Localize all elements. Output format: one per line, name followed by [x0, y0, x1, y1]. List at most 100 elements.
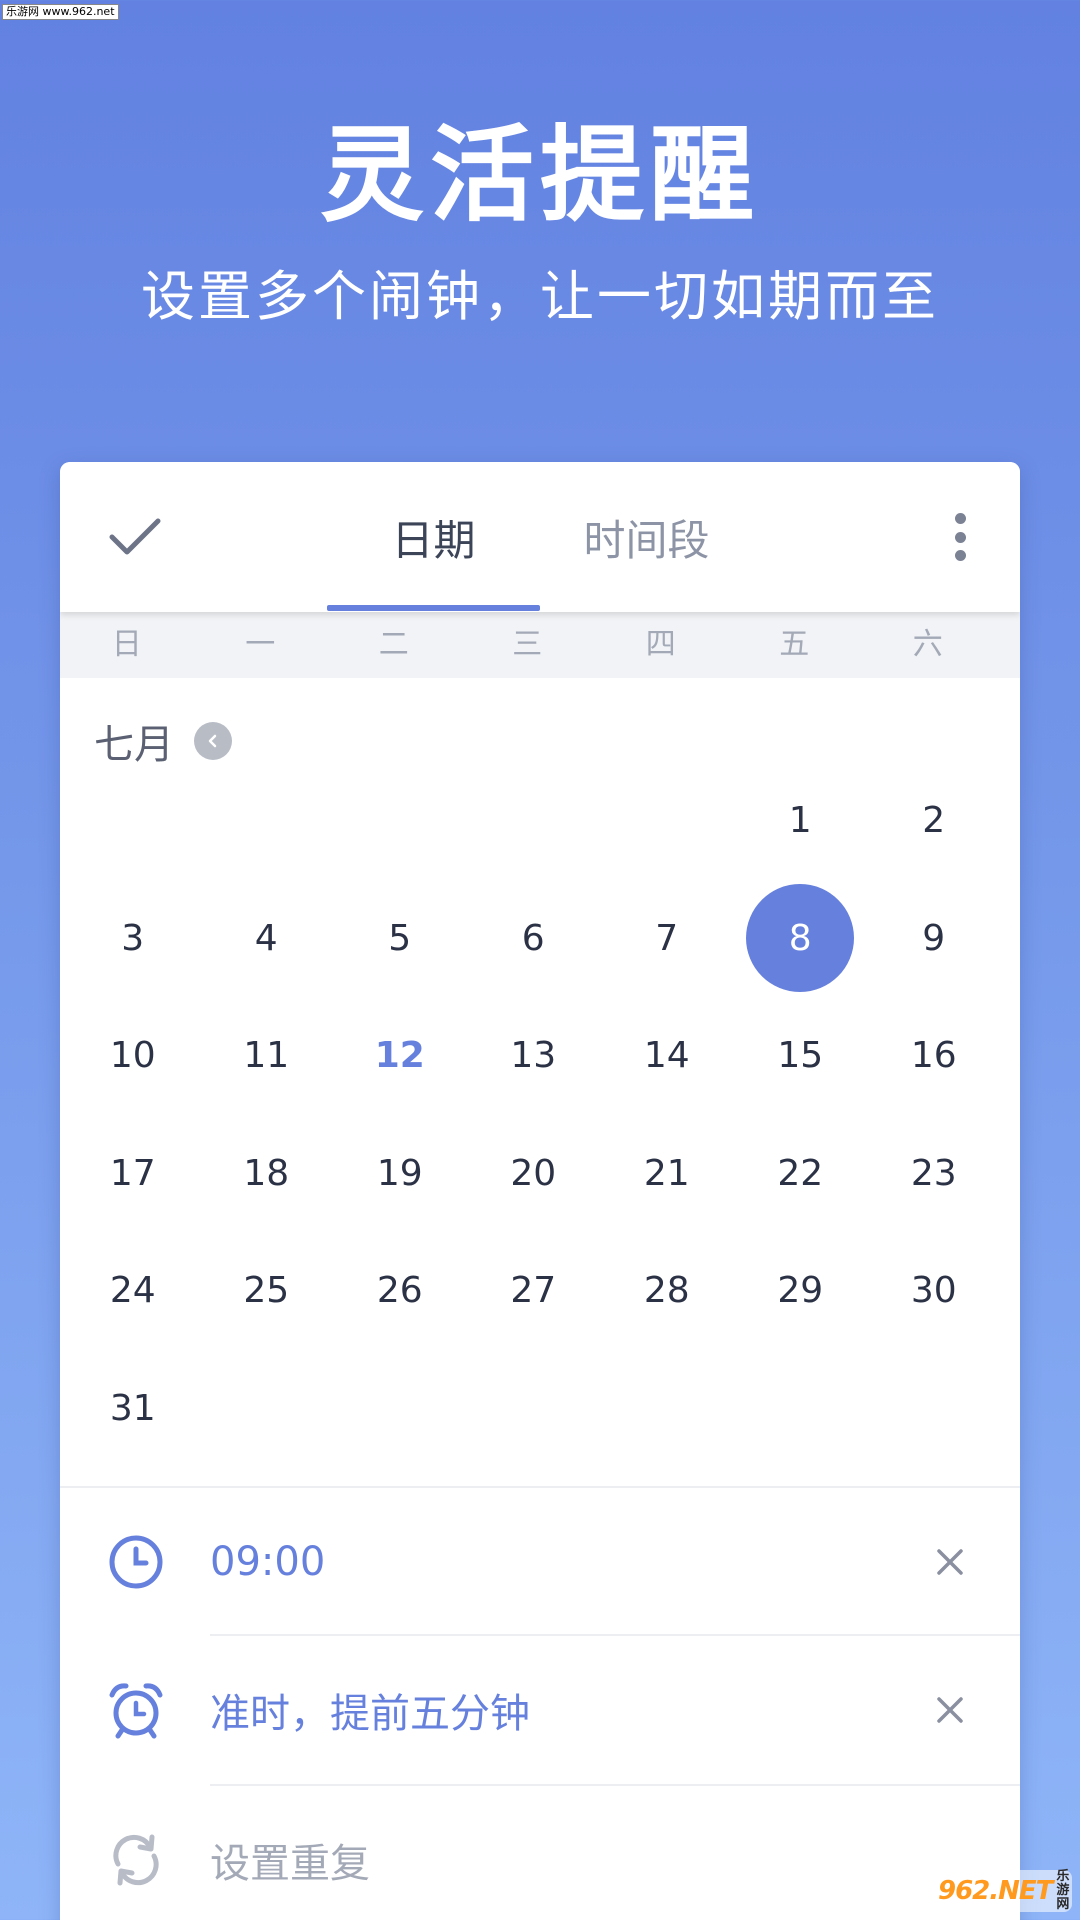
repeat-icon: [113, 1834, 159, 1886]
calendar-day-26[interactable]: 26: [333, 1232, 467, 1350]
calendar-blank-cell: [200, 762, 334, 880]
reminder-card: 日期 时间段 日 一 二 三 四 五 六 七月 1 2 3 4 5 6 7 8 9 10 11 12 1…: [60, 462, 1020, 1920]
calendar-day-number: 16: [910, 1035, 957, 1077]
calendar-blank-cell: [333, 762, 467, 880]
calendar-day-5[interactable]: 5: [333, 880, 467, 998]
watermark-logo-text: 962.NET: [938, 1876, 1053, 1906]
time-row[interactable]: 09:00: [60, 1488, 1020, 1636]
calendar-day-number: 24: [109, 1270, 156, 1312]
weekday-label: 日: [111, 627, 142, 662]
calendar-day-number: 25: [243, 1270, 290, 1312]
calendar-day-number: 1: [788, 800, 812, 842]
time-value[interactable]: 09:00: [210, 1539, 325, 1585]
calendar-day-number: 12: [374, 1035, 425, 1077]
chevron-left-icon: [208, 734, 217, 748]
card-header: 日期 时间段: [60, 462, 1020, 612]
calendar-day-number: 18: [243, 1152, 290, 1194]
more-options-button[interactable]: [940, 507, 980, 567]
calendar-day-number: 2: [922, 800, 946, 842]
calendar-grid: 1 2 3 4 5 6 7 8 9 10 11 12 13 14 15 16 17 18 19 20 21 22 23 24 2…: [66, 762, 1000, 1467]
tab-indicator: [327, 605, 540, 611]
calendar-day-number: 5: [388, 917, 412, 959]
calendar-day-19[interactable]: 19: [333, 1115, 467, 1233]
calendar-day-24[interactable]: 24: [66, 1232, 200, 1350]
calendar-day-15[interactable]: 15: [734, 997, 868, 1115]
calendar-day-number: 3: [121, 917, 145, 959]
calendar-day-number: 11: [243, 1035, 290, 1077]
calendar-day-9[interactable]: 9: [867, 880, 1001, 998]
calendar-day-number: 17: [109, 1152, 156, 1194]
weekday-label: 二: [378, 627, 409, 662]
weekday-label: 五: [779, 627, 810, 662]
calendar-day-31[interactable]: 31: [66, 1350, 200, 1468]
calendar-day-17[interactable]: 17: [66, 1115, 200, 1233]
calendar-day-27[interactable]: 27: [467, 1232, 601, 1350]
calendar-day-number: 31: [109, 1387, 156, 1429]
calendar-day-number: 21: [643, 1152, 690, 1194]
prev-month-button[interactable]: [194, 722, 232, 760]
tab-date[interactable]: 日期: [327, 462, 540, 612]
calendar-day-13[interactable]: 13: [467, 997, 601, 1115]
calendar-day-12[interactable]: 12: [333, 997, 467, 1115]
clear-alarm-button[interactable]: [930, 1690, 970, 1730]
close-icon: [937, 1549, 963, 1575]
weekday-label: 三: [512, 627, 543, 662]
calendar-day-number: 14: [643, 1035, 690, 1077]
calendar-day-30[interactable]: 30: [867, 1232, 1001, 1350]
weekday-header: 日 一 二 三 四 五 六: [60, 612, 1020, 678]
calendar-day-number: 19: [376, 1152, 423, 1194]
calendar-day-25[interactable]: 25: [200, 1232, 334, 1350]
calendar-day-4[interactable]: 4: [200, 880, 334, 998]
weekday-label: 一: [245, 627, 276, 662]
calendar-day-number: 27: [510, 1270, 557, 1312]
watermark-logo: 962.NET 乐游网: [938, 1870, 1072, 1912]
hero-title: 灵活提醒: [319, 114, 760, 236]
alarm-clock-icon: [109, 1683, 163, 1739]
calendar-day-29[interactable]: 29: [734, 1232, 868, 1350]
calendar-day-number: 9: [922, 917, 946, 959]
calendar-day-1[interactable]: 1: [734, 762, 868, 880]
alarm-value[interactable]: 准时，提前五分钟: [210, 1681, 530, 1739]
calendar-day-2[interactable]: 2: [867, 762, 1001, 880]
weekday-label: 六: [912, 627, 943, 662]
hero-subtitle: 设置多个闹钟，让一切如期而至: [141, 265, 939, 328]
calendar-day-23[interactable]: 23: [867, 1115, 1001, 1233]
calendar-blank-cell: [600, 762, 734, 880]
confirm-button[interactable]: [100, 502, 170, 572]
watermark-top: 乐游网 www.962.net: [2, 4, 119, 20]
calendar-day-22[interactable]: 22: [734, 1115, 868, 1233]
calendar-day-20[interactable]: 20: [467, 1115, 601, 1233]
calendar-day-16[interactable]: 16: [867, 997, 1001, 1115]
calendar-day-number: 4: [254, 917, 278, 959]
repeat-placeholder[interactable]: 设置重复: [210, 1831, 370, 1889]
clock-icon: [109, 1535, 163, 1589]
calendar-day-14[interactable]: 14: [600, 997, 734, 1115]
calendar-day-number: 26: [376, 1270, 423, 1312]
calendar-day-18[interactable]: 18: [200, 1115, 334, 1233]
calendar-day-7[interactable]: 7: [600, 880, 734, 998]
calendar-day-number: 10: [109, 1035, 156, 1077]
watermark-logo-sub: 乐游网: [1056, 1869, 1070, 1912]
calendar-day-number: 29: [777, 1270, 824, 1312]
calendar-day-28[interactable]: 28: [600, 1232, 734, 1350]
calendar-day-11[interactable]: 11: [200, 997, 334, 1115]
calendar-day-3[interactable]: 3: [66, 880, 200, 998]
calendar-day-number: 20: [510, 1152, 557, 1194]
calendar-day-number: 23: [910, 1152, 957, 1194]
alarm-row[interactable]: 准时，提前五分钟: [60, 1636, 1020, 1784]
calendar-day-6[interactable]: 6: [467, 880, 601, 998]
calendar-day-number: 30: [910, 1270, 957, 1312]
calendar-day-number: 13: [510, 1035, 557, 1077]
calendar-blank-cell: [66, 762, 200, 880]
calendar-day-10[interactable]: 10: [66, 997, 200, 1115]
calendar-day-8[interactable]: 8: [734, 880, 868, 998]
calendar-day-number: 8: [746, 884, 855, 993]
close-icon: [937, 1697, 963, 1723]
calendar-blank-cell: [467, 762, 601, 880]
tab-time-range[interactable]: 时间段: [540, 462, 753, 612]
weekday-label: 四: [645, 627, 676, 662]
more-vertical-icon: [954, 513, 966, 524]
repeat-row[interactable]: 设置重复: [60, 1786, 1020, 1920]
clear-time-button[interactable]: [930, 1542, 970, 1582]
calendar-day-21[interactable]: 21: [600, 1115, 734, 1233]
